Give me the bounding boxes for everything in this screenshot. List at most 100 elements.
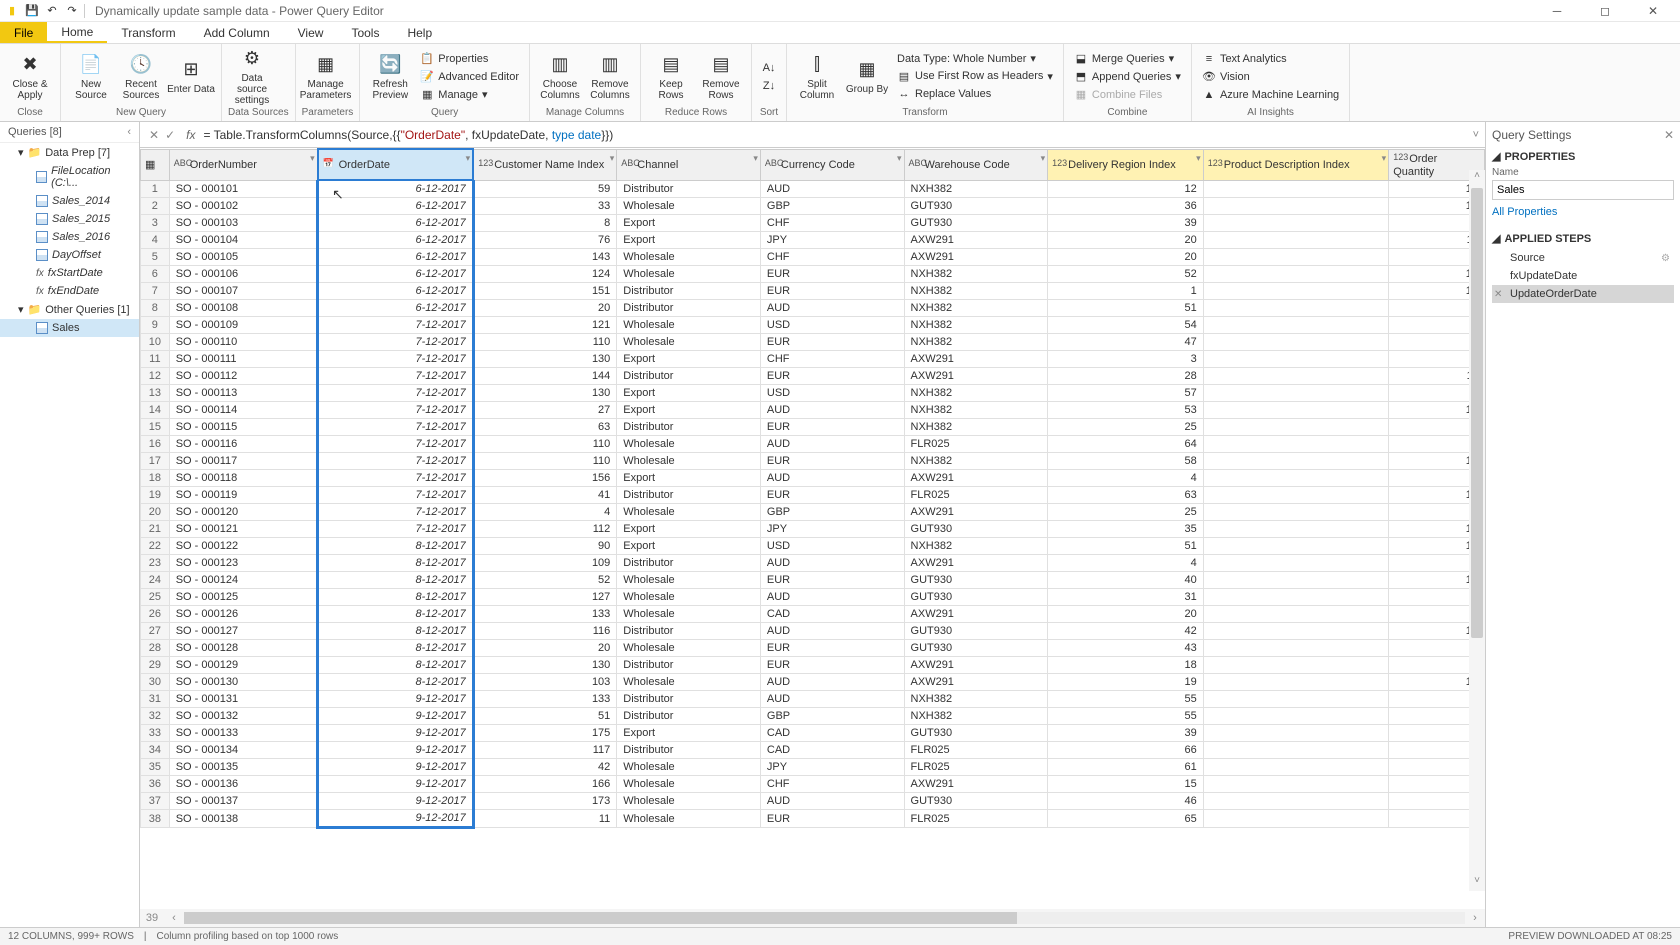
filter-icon[interactable]: ▾ bbox=[753, 153, 758, 164]
query-group-data-prep[interactable]: ▾📁Data Prep [7] bbox=[0, 143, 139, 162]
all-properties-link[interactable]: All Properties bbox=[1492, 206, 1674, 218]
vision-button[interactable]: 👁Vision bbox=[1198, 69, 1343, 85]
table-row[interactable]: 32SO - 0001329-12-201751DistributorGBPNX… bbox=[141, 708, 1485, 725]
tab-transform[interactable]: Transform bbox=[107, 22, 189, 43]
table-row[interactable]: 11SO - 0001117-12-2017130ExportCHFAXW291… bbox=[141, 351, 1485, 368]
accept-formula-icon[interactable]: ✓ bbox=[165, 128, 175, 142]
table-row[interactable]: 18SO - 0001187-12-2017156ExportAUDAXW291… bbox=[141, 470, 1485, 487]
close-apply-button[interactable]: ✖Close & Apply bbox=[6, 47, 54, 107]
remove-rows-button[interactable]: ▤Remove Rows bbox=[697, 47, 745, 107]
tab-tools[interactable]: Tools bbox=[337, 22, 393, 43]
sort-asc-button[interactable]: A↓ bbox=[758, 60, 780, 76]
azure-ml-button[interactable]: ▲Azure Machine Learning bbox=[1198, 87, 1343, 103]
col-header-warehouse[interactable]: ABCWarehouse Code▾ bbox=[904, 149, 1048, 180]
table-row[interactable]: 33SO - 0001339-12-2017175ExportCADGUT930… bbox=[141, 725, 1485, 742]
table-row[interactable]: 21SO - 0001217-12-2017112ExportJPYGUT930… bbox=[141, 521, 1485, 538]
col-header-currency[interactable]: ABCCurrency Code▾ bbox=[760, 149, 904, 180]
table-row[interactable]: 7SO - 0001076-12-2017151DistributorEURNX… bbox=[141, 283, 1485, 300]
col-header-product[interactable]: 123Product Description Index▾ bbox=[1203, 149, 1389, 180]
table-row[interactable]: 38SO - 0001389-12-201711WholesaleEURFLR0… bbox=[141, 810, 1485, 828]
col-header-ordernumber[interactable]: ABCOrderNumber▾ bbox=[169, 149, 317, 180]
cancel-formula-icon[interactable]: ✕ bbox=[149, 128, 159, 142]
data-grid[interactable]: ▦ ABCOrderNumber▾ 📅OrderDate▾ 123Custome… bbox=[140, 148, 1485, 909]
query-item[interactable]: FileLocation (C:\... bbox=[0, 162, 139, 192]
scroll-up-icon[interactable]: ˄ bbox=[1474, 170, 1480, 186]
new-source-button[interactable]: 📄New Source bbox=[67, 47, 115, 107]
table-row[interactable]: 3SO - 0001036-12-20178ExportCHFGUT930395 bbox=[141, 215, 1485, 232]
table-row[interactable]: 9SO - 0001097-12-2017121WholesaleUSDNXH3… bbox=[141, 317, 1485, 334]
text-analytics-button[interactable]: ≡Text Analytics bbox=[1198, 51, 1343, 67]
step-source[interactable]: Source⚙ bbox=[1492, 249, 1674, 267]
undo-icon[interactable]: ↶ bbox=[44, 3, 60, 19]
first-row-headers-button[interactable]: ▤Use First Row as Headers ▾ bbox=[893, 68, 1057, 84]
replace-values-button[interactable]: ↔Replace Values bbox=[893, 86, 1057, 102]
collapse-queries-icon[interactable]: ‹ bbox=[127, 126, 131, 138]
table-row[interactable]: 28SO - 0001288-12-201720WholesaleEURGUT9… bbox=[141, 640, 1485, 657]
scroll-right-icon[interactable]: › bbox=[1465, 912, 1485, 924]
table-row[interactable]: 12SO - 0001127-12-2017144DistributorEURA… bbox=[141, 368, 1485, 385]
query-item[interactable]: fxfxEndDate bbox=[0, 282, 139, 300]
query-item[interactable]: fxfxStartDate bbox=[0, 264, 139, 282]
query-group-other[interactable]: ▾📁Other Queries [1] bbox=[0, 300, 139, 319]
delete-step-icon[interactable]: ✕ bbox=[1494, 289, 1502, 300]
table-row[interactable]: 4SO - 0001046-12-201776ExportJPYAXW29120… bbox=[141, 232, 1485, 249]
table-row[interactable]: 16SO - 0001167-12-2017110WholesaleAUDFLR… bbox=[141, 436, 1485, 453]
table-row[interactable]: 15SO - 0001157-12-201763DistributorEURNX… bbox=[141, 419, 1485, 436]
properties-section[interactable]: ◢ PROPERTIES bbox=[1492, 150, 1674, 163]
close-button[interactable]: ✕ bbox=[1638, 4, 1668, 18]
refresh-preview-button[interactable]: 🔄Refresh Preview bbox=[366, 47, 414, 107]
query-item[interactable]: Sales_2016 bbox=[0, 228, 139, 246]
table-row[interactable]: 19SO - 0001197-12-201741DistributorEURFL… bbox=[141, 487, 1485, 504]
table-row[interactable]: 22SO - 0001228-12-201790ExportUSDNXH3825… bbox=[141, 538, 1485, 555]
table-row[interactable]: 2SO - 0001026-12-201733WholesaleGBPGUT93… bbox=[141, 198, 1485, 215]
step-updateorderdate[interactable]: ✕UpdateOrderDate bbox=[1492, 285, 1674, 303]
remove-columns-button[interactable]: ▥Remove Columns bbox=[586, 47, 634, 107]
vertical-scrollbar[interactable]: ˄ ˅ bbox=[1469, 170, 1485, 891]
data-source-settings-button[interactable]: ⚙Data source settings bbox=[228, 47, 276, 107]
table-row[interactable]: 10SO - 0001107-12-2017110WholesaleEURNXH… bbox=[141, 334, 1485, 351]
scroll-left-icon[interactable]: ‹ bbox=[164, 912, 184, 924]
fx-icon[interactable]: fx bbox=[186, 128, 195, 142]
step-fxupdatedate[interactable]: fxUpdateDate bbox=[1492, 267, 1674, 285]
table-row[interactable]: 25SO - 0001258-12-2017127WholesaleAUDGUT… bbox=[141, 589, 1485, 606]
tab-help[interactable]: Help bbox=[393, 22, 446, 43]
table-row[interactable]: 35SO - 0001359-12-201742WholesaleJPYFLR0… bbox=[141, 759, 1485, 776]
filter-icon[interactable]: ▾ bbox=[897, 153, 902, 164]
table-row[interactable]: 14SO - 0001147-12-201727ExportAUDNXH3825… bbox=[141, 402, 1485, 419]
horizontal-scrollbar[interactable]: 39 ‹ › bbox=[140, 909, 1485, 927]
col-header-delivery[interactable]: 123Delivery Region Index▾ bbox=[1048, 149, 1204, 180]
close-settings-icon[interactable]: ✕ bbox=[1664, 128, 1674, 142]
filter-icon[interactable]: ▾ bbox=[610, 153, 615, 164]
redo-icon[interactable]: ↷ bbox=[64, 3, 80, 19]
table-row[interactable]: 13SO - 0001137-12-2017130ExportUSDNXH382… bbox=[141, 385, 1485, 402]
properties-button[interactable]: 📋Properties bbox=[416, 51, 523, 67]
data-type-button[interactable]: Data Type: Whole Number ▾ bbox=[893, 51, 1057, 66]
table-row[interactable]: 20SO - 0001207-12-20174WholesaleGBPAXW29… bbox=[141, 504, 1485, 521]
table-corner[interactable]: ▦ bbox=[141, 149, 170, 180]
scroll-down-icon[interactable]: ˅ bbox=[1474, 875, 1480, 891]
query-item-sales[interactable]: Sales bbox=[0, 319, 139, 337]
manage-parameters-button[interactable]: ▦Manage Parameters bbox=[302, 47, 350, 107]
formula-input[interactable]: = Table.TransformColumns(Source,{{"Order… bbox=[203, 128, 1464, 142]
recent-sources-button[interactable]: 🕓Recent Sources bbox=[117, 47, 165, 107]
filter-icon[interactable]: ▾ bbox=[1041, 153, 1046, 164]
choose-columns-button[interactable]: ▥Choose Columns bbox=[536, 47, 584, 107]
table-row[interactable]: 34SO - 0001349-12-2017117DistributorCADF… bbox=[141, 742, 1485, 759]
table-row[interactable]: 31SO - 0001319-12-2017133DistributorAUDN… bbox=[141, 691, 1485, 708]
table-row[interactable]: 26SO - 0001268-12-2017133WholesaleCADAXW… bbox=[141, 606, 1485, 623]
sort-desc-button[interactable]: Z↓ bbox=[758, 78, 780, 94]
col-header-customer[interactable]: 123Customer Name Index▾ bbox=[473, 149, 617, 180]
table-row[interactable]: 6SO - 0001066-12-2017124WholesaleEURNXH3… bbox=[141, 266, 1485, 283]
scroll-thumb[interactable] bbox=[1471, 188, 1483, 638]
tab-add-column[interactable]: Add Column bbox=[190, 22, 284, 43]
col-header-channel[interactable]: ABCChannel▾ bbox=[617, 149, 761, 180]
table-row[interactable]: 30SO - 0001308-12-2017103WholesaleAUDAXW… bbox=[141, 674, 1485, 691]
merge-queries-button[interactable]: ⬓Merge Queries ▾ bbox=[1070, 51, 1185, 67]
filter-icon[interactable]: ▾ bbox=[310, 153, 315, 164]
file-menu[interactable]: File bbox=[0, 22, 47, 43]
tab-home[interactable]: Home bbox=[47, 22, 107, 43]
split-column-button[interactable]: ⫿Split Column bbox=[793, 47, 841, 107]
filter-icon[interactable]: ▾ bbox=[1196, 153, 1201, 164]
query-name-input[interactable] bbox=[1492, 180, 1674, 200]
applied-steps-section[interactable]: ◢ APPLIED STEPS bbox=[1492, 232, 1674, 245]
